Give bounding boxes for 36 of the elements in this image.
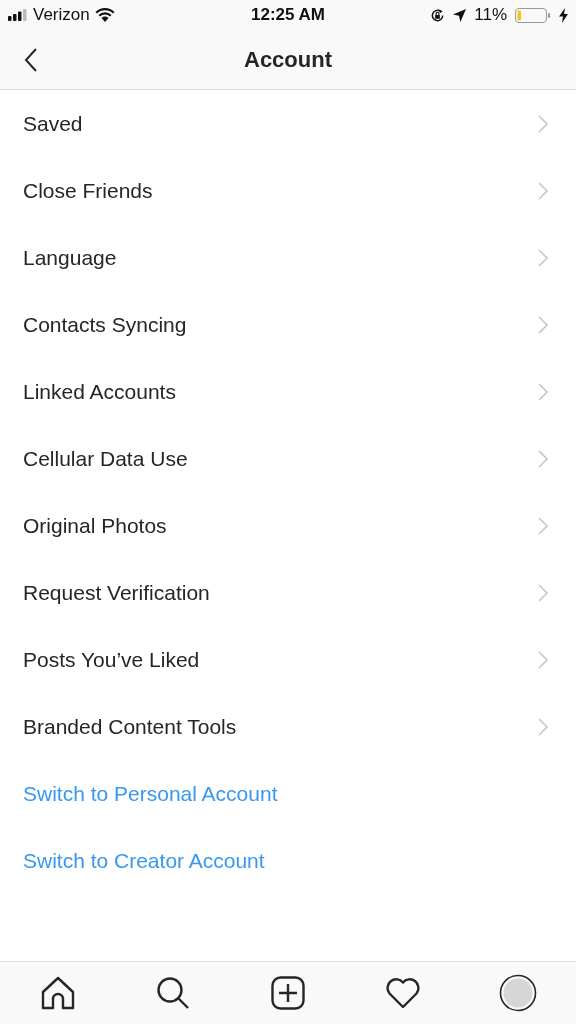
chevron-right-icon: [538, 248, 548, 267]
chevron-right-icon: [538, 449, 548, 468]
chevron-right-icon: [538, 583, 548, 602]
menu-item[interactable]: Saved: [23, 111, 83, 136]
chevron-right-icon: [538, 650, 548, 669]
battery-percent: 11%: [474, 5, 507, 25]
menu-item[interactable]: Branded Content Tools: [23, 714, 237, 739]
chevron-right-icon: [538, 114, 548, 133]
chevron-right-icon: [538, 382, 548, 401]
chevron-right-icon: [538, 315, 548, 334]
chevron-right-icon: [538, 717, 548, 736]
location-arrow-icon: [453, 8, 467, 22]
heart-icon[interactable]: [386, 977, 421, 1009]
menu-item[interactable]: Contacts Syncing: [23, 312, 187, 337]
profile-avatar-icon[interactable]: [499, 974, 538, 1012]
screen-title: Account: [244, 46, 332, 73]
carrier-name: Verizon: [33, 5, 90, 25]
menu-item[interactable]: Close Friends: [23, 178, 153, 203]
add-post-icon[interactable]: [271, 976, 305, 1010]
signal-icon: [8, 9, 28, 21]
back-chevron-icon: [24, 48, 38, 72]
menu-item[interactable]: Original Photos: [23, 513, 167, 538]
menu-item[interactable]: Cellular Data Use: [23, 446, 188, 471]
battery-icon: [515, 7, 551, 23]
menu-item[interactable]: Request Verification: [23, 580, 210, 605]
clock-time: 12:25 AM: [251, 5, 325, 25]
menu-item[interactable]: Posts You’ve Liked: [23, 647, 200, 672]
menu-item[interactable]: Linked Accounts: [23, 379, 176, 404]
chevron-right-icon: [538, 181, 548, 200]
charging-bolt-icon: [559, 7, 568, 23]
home-icon[interactable]: [40, 976, 75, 1010]
menu-item[interactable]: Language: [23, 245, 117, 270]
rotation-lock-icon: [430, 7, 446, 23]
wifi-icon: [94, 8, 115, 22]
chevron-right-icon: [538, 516, 548, 535]
search-icon[interactable]: [155, 976, 190, 1010]
